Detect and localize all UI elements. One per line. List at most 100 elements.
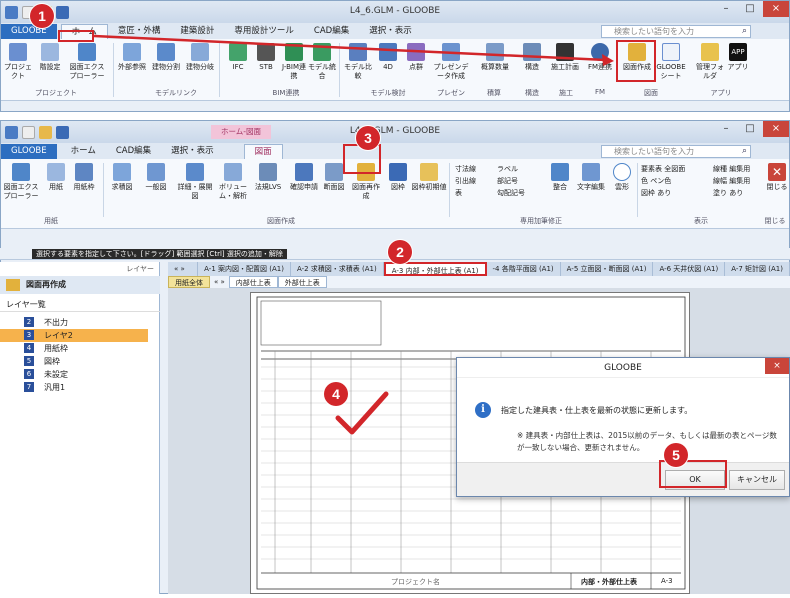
step1-arrow xyxy=(93,34,614,66)
cloud-button[interactable]: 雲形 xyxy=(607,163,637,192)
display-field[interactable]: 線幅 編集用 xyxy=(713,175,769,187)
dialog-message: 指定した建具表・仕上表を最新の状態に更新します。 xyxy=(501,406,693,415)
close-drawing-button[interactable]: ✕ 閉じる xyxy=(765,163,789,192)
maximize-button[interactable]: □ xyxy=(739,121,761,137)
field-value: 全図面 xyxy=(664,165,686,173)
title-block-button[interactable]: 図枠 xyxy=(383,163,413,192)
group-separator xyxy=(637,163,638,217)
general-icon xyxy=(147,163,165,181)
display-field[interactable]: 塗り あり xyxy=(713,187,769,199)
tab-drawing[interactable]: 図面 xyxy=(243,144,283,159)
confirm-application-button[interactable]: 確認申請 xyxy=(289,163,319,192)
field-label: 色 xyxy=(641,177,648,185)
label: 図枠初期値 xyxy=(411,183,447,191)
search-input[interactable]: 検索したい語句を入力 ⌕ xyxy=(601,145,751,158)
law-lvs-button[interactable]: 法規LVS xyxy=(253,163,283,192)
field-value: 編集用 xyxy=(729,165,751,173)
group-label: 表示 xyxy=(694,217,708,225)
info-icon: i xyxy=(475,402,491,418)
doc-tab-a6[interactable]: A-6 天井伏図 (A1) xyxy=(653,262,726,276)
group-separator xyxy=(449,163,450,217)
label: 一般図 xyxy=(145,183,167,191)
detail-drawing-button[interactable]: 詳細・展開図 xyxy=(177,163,213,201)
layer-name: 図枠 xyxy=(44,357,60,366)
title-block-default-button[interactable]: 図枠初期値 xyxy=(411,163,447,192)
text-edit-icon xyxy=(582,163,600,181)
panel-title: 図面再作成 xyxy=(26,280,66,289)
display-field[interactable]: 要素表 全図面 xyxy=(641,163,711,175)
text-edit-button[interactable]: 文字編集 xyxy=(573,163,609,192)
layer-row[interactable]: 3 レイヤ2 xyxy=(0,329,148,342)
layer-toolbar-label[interactable]: レイヤー xyxy=(126,262,154,276)
tab-select-view[interactable]: 選択・表示 xyxy=(161,144,224,159)
general-drawing-button[interactable]: 一般図 xyxy=(141,163,171,192)
doc-tab-nav[interactable]: « » xyxy=(168,262,199,276)
step-2-badge: 2 xyxy=(388,240,412,264)
cancel-button[interactable]: キャンセル xyxy=(729,470,785,490)
detail-icon xyxy=(186,163,204,181)
display-settings-2: 線種 編集用 線幅 編集用 塗り あり xyxy=(713,163,769,199)
display-field[interactable]: 線種 編集用 xyxy=(713,163,769,175)
layer-row[interactable]: 2 不出力 xyxy=(0,316,148,329)
drawing-explorer-button[interactable]: 図面エクスプローラー xyxy=(3,163,39,201)
volume-icon xyxy=(224,163,242,181)
display-settings: 要素表 全図面 色 ペン色 図枠 あり xyxy=(641,163,711,199)
field-label: 要素表 xyxy=(641,165,662,173)
label: 閉じる xyxy=(766,183,788,191)
sheet-title: 内部・外部仕上表 xyxy=(581,578,637,586)
sub-tab-whole[interactable]: 用紙全体 xyxy=(168,276,210,288)
search-icon[interactable]: ⌕ xyxy=(742,146,747,157)
field-value: ペン色 xyxy=(650,177,672,185)
doc-tab-a4[interactable]: -4 各階平面図 (A1) xyxy=(487,262,561,276)
align-button[interactable]: 整合 xyxy=(545,163,575,192)
display-field[interactable]: 図枠 あり xyxy=(641,187,711,199)
doc-tab-a5[interactable]: A-5 立面図・断面図 (A1) xyxy=(561,262,654,276)
sub-tab-interior[interactable]: 内部仕上表 xyxy=(228,276,278,288)
display-field[interactable]: 色 ペン色 xyxy=(641,175,711,187)
close-button[interactable]: × xyxy=(763,121,789,137)
sub-tab-exterior[interactable]: 外部仕上表 xyxy=(277,276,327,288)
layer-row[interactable]: 5 図枠 xyxy=(0,355,148,368)
layer-row[interactable]: 7 汎用1 xyxy=(0,381,148,394)
sheet-project: プロジェクト名 xyxy=(391,578,440,586)
update-dialog: GLOOBE × i 指定した建具表・仕上表を最新の状態に更新します。 ※ 建具… xyxy=(456,357,790,497)
title-default-icon xyxy=(420,163,438,181)
doc-tab-a2[interactable]: A-2 求積図・求積表 (A1) xyxy=(291,262,384,276)
title-bar: ホーム-図面 L4_6.GLM - GLOOBE – □ × xyxy=(1,121,789,143)
title-block-icon xyxy=(389,163,407,181)
layer-number: 7 xyxy=(24,382,34,392)
doc-tab-a7[interactable]: A-7 矩計図 (A1) xyxy=(725,262,790,276)
minimize-button[interactable]: – xyxy=(715,121,737,137)
layer-number: 4 xyxy=(24,343,34,353)
doc-tab-a1[interactable]: A-1 案内図・配置図 (A1) xyxy=(198,262,291,276)
align-icon xyxy=(551,163,569,181)
dialog-button-bar: OK キャンセル xyxy=(457,462,789,496)
dialog-close-button[interactable]: × xyxy=(765,358,789,374)
tab-home[interactable]: ホーム xyxy=(61,144,106,159)
layer-row[interactable]: 6 未設定 xyxy=(0,368,148,381)
volume-analysis-button[interactable]: ボリューム・解析 xyxy=(215,163,251,201)
label: 図面エクスプローラー xyxy=(3,183,39,200)
paper-frame-button[interactable]: 用紙枠 xyxy=(69,163,99,192)
label: ボリューム・解析 xyxy=(219,183,247,200)
layer-number: 3 xyxy=(24,330,34,340)
sheet-code: A-3 xyxy=(661,577,673,585)
layer-number: 2 xyxy=(24,317,34,327)
tab-cad-edit[interactable]: CAD編集 xyxy=(106,144,161,159)
sub-tab-nav[interactable]: « » xyxy=(210,276,229,288)
dialog-title: GLOOBE xyxy=(457,358,789,378)
label: 求積図 xyxy=(111,183,133,191)
label: 図枠 xyxy=(391,183,405,191)
group-separator xyxy=(103,163,104,217)
doc-tab-a3[interactable]: A-3 内部・外部仕上表 (A1) xyxy=(383,262,487,276)
field-label: 塗り xyxy=(713,189,727,197)
paper-button[interactable]: 用紙 xyxy=(41,163,71,192)
tab-gloobe[interactable]: GLOOBE xyxy=(1,144,57,159)
area-drawing-button[interactable]: 求積図 xyxy=(107,163,137,192)
ribbon-drawing: 図面エクスプローラー 用紙 用紙枠 求積図 一般図 詳細・展開図 ボリューム・解… xyxy=(1,159,789,229)
layer-list-header: レイヤ一覧 xyxy=(0,298,160,312)
label: 図面再作成 xyxy=(352,183,380,200)
label: 文字編集 xyxy=(577,183,605,191)
layer-row[interactable]: 4 用紙枠 xyxy=(0,342,148,355)
group-label: 閉じる xyxy=(764,217,786,225)
